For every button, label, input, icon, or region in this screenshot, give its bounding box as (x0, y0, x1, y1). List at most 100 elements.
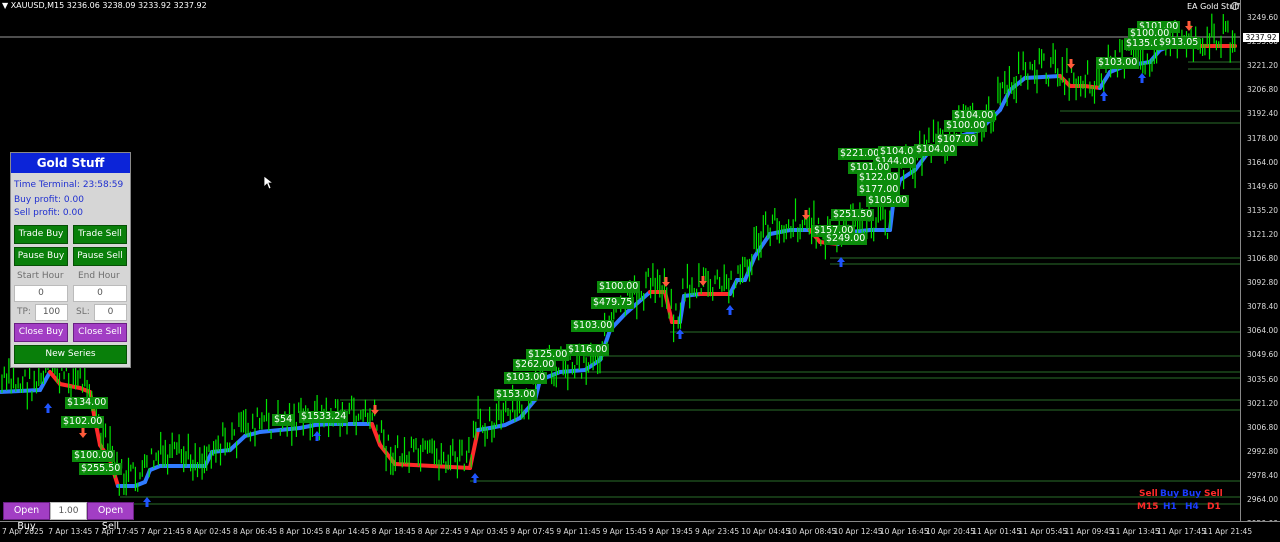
price-chart[interactable] (0, 0, 1240, 521)
start-hour-label: Start Hour (17, 271, 64, 281)
pause-sell-button[interactable]: Pause Sell (73, 247, 127, 266)
trend-line-segment (888, 203, 895, 232)
profit-label: $913.05 (1157, 37, 1201, 49)
buy-arrow-icon (1100, 91, 1108, 101)
chart-area[interactable] (0, 0, 1280, 541)
time-tick-label: 8 Apr 10:45 (279, 527, 324, 536)
price-tick-label: 3249.60 (1247, 13, 1279, 22)
price-tick-label: 3206.80 (1247, 85, 1279, 95)
end-hour-input[interactable]: 0 (73, 285, 127, 302)
close-buy-button[interactable]: Close Buy (14, 323, 68, 342)
tf-m15-label: M15 (1137, 502, 1159, 512)
time-tick-label: 8 Apr 22:45 (417, 527, 462, 536)
trend-line-segment (58, 382, 82, 390)
ea-smiley-icon (1231, 2, 1239, 10)
profit-label: $262.00 (513, 359, 557, 371)
lot-size-input[interactable]: 1.00 (50, 502, 87, 520)
sell-arrow-icon (1185, 21, 1193, 31)
symbol-title: ▼ XAUUSD,M15 3236.06 3238.09 3233.92 323… (2, 1, 207, 10)
profit-label: $104.00 (914, 144, 958, 156)
profit-label: $1533.24 (299, 411, 349, 423)
sell-arrow-icon (79, 428, 87, 438)
sell-profit-text: Sell profit: 0.00 (14, 208, 83, 218)
time-tick-label: 11 Apr 05:45 (1018, 527, 1068, 536)
time-tick-label: 9 Apr 11:45 (556, 527, 601, 536)
profit-label: $103.00 (1096, 57, 1140, 69)
price-tick-label: 3006.80 (1247, 422, 1279, 432)
time-tick-label: 11 Apr 21:45 (1203, 527, 1253, 536)
open-buy-button[interactable]: Open Buy (3, 502, 50, 532)
trend-h4: Buy (1182, 489, 1202, 499)
time-tick-label: 11 Apr 13:45 (1110, 527, 1160, 536)
time-tick-label: 7 Apr 13:45 (48, 527, 93, 536)
price-tick-label: 3135.20 (1247, 205, 1279, 215)
sl-label: SL: (76, 307, 90, 317)
profit-label: $103.00 (504, 372, 548, 384)
start-hour-input[interactable]: 0 (14, 285, 68, 302)
profit-label: $249.00 (824, 233, 868, 245)
price-tick-label: 3149.60 (1247, 181, 1279, 191)
trend-d1: Sell (1204, 489, 1223, 499)
time-tick-label: 10 Apr 12:45 (833, 527, 883, 536)
trend-line-segment (1023, 74, 1062, 80)
time-axis[interactable]: 7 Apr 20257 Apr 13:457 Apr 17:457 Apr 21… (0, 521, 1280, 542)
time-tick-label: 10 Apr 20:45 (926, 527, 975, 536)
time-terminal-text: Time Terminal: 23:58:59 (14, 180, 124, 190)
profit-label: $105.00 (866, 195, 910, 207)
trend-line-segment (243, 430, 262, 438)
profit-label: $100.00 (944, 120, 988, 132)
open-sell-button[interactable]: Open Sell (87, 502, 134, 532)
buy-profit-text: Buy profit: 0.00 (14, 195, 84, 205)
mouse-cursor-icon (264, 176, 274, 190)
dropdown-triangle-icon[interactable]: ▼ (2, 1, 8, 10)
pause-buy-button[interactable]: Pause Buy (14, 247, 68, 266)
time-tick-label: 10 Apr 16:45 (879, 527, 929, 536)
new-series-button[interactable]: New Series (14, 345, 127, 364)
tf-h4-label: H4 (1185, 502, 1199, 512)
price-tick-label: 3021.20 (1247, 398, 1279, 408)
price-tick-label: 3049.60 (1247, 350, 1279, 360)
buy-arrow-icon (676, 329, 684, 339)
tp-input[interactable]: 100 (35, 304, 68, 321)
price-tick-label: 3035.60 (1247, 374, 1279, 384)
sell-arrow-icon (662, 277, 670, 287)
tp-label: TP: (17, 307, 31, 317)
buy-arrow-icon (143, 497, 151, 507)
time-tick-label: 9 Apr 19:45 (648, 527, 693, 536)
price-axis[interactable]: 3249.603235.603221.203206.803192.403178.… (1240, 0, 1280, 528)
profit-label: $54 (272, 414, 295, 426)
profit-label: $251.50 (831, 209, 875, 221)
profit-label: $134.00 (65, 397, 109, 409)
profit-label: $116.00 (566, 344, 610, 356)
buy-arrow-icon (44, 403, 52, 413)
time-tick-label: 8 Apr 06:45 (233, 527, 278, 536)
time-tick-label: 9 Apr 07:45 (510, 527, 555, 536)
trade-buy-button[interactable]: Trade Buy (14, 225, 68, 244)
time-tick-label: 10 Apr 04:45 (741, 527, 791, 536)
profit-label: $100.00 (597, 281, 641, 293)
time-tick-label: 8 Apr 18:45 (371, 527, 416, 536)
profit-label: $103.00 (571, 320, 615, 332)
profit-label: $153.00 (494, 389, 538, 401)
time-tick-label: 9 Apr 23:45 (695, 527, 740, 536)
panel-title[interactable]: Gold Stuff (11, 153, 130, 173)
time-tick-label: 11 Apr 09:45 (1064, 527, 1114, 536)
time-tick-label: 7 Apr 21:45 (140, 527, 185, 536)
time-tick-label: 9 Apr 15:45 (602, 527, 647, 536)
time-tick-label: 11 Apr 01:45 (972, 527, 1022, 536)
time-tick-label: 8 Apr 02:45 (186, 527, 231, 536)
price-tick-label: 2964.00 (1247, 495, 1279, 504)
profit-label: $255.50 (79, 463, 123, 475)
price-tick-label: 3064.00 (1247, 326, 1279, 336)
time-tick-label: 11 Apr 17:45 (1157, 527, 1206, 536)
trade-sell-button[interactable]: Trade Sell (73, 225, 127, 244)
trend-m15: Sell (1139, 489, 1158, 499)
close-sell-button[interactable]: Close Sell (73, 323, 127, 342)
sl-input[interactable]: 0 (94, 304, 127, 321)
sell-arrow-icon (1067, 59, 1075, 69)
trend-line-segment (393, 462, 472, 470)
profit-label: $479.75 (591, 297, 635, 309)
price-tick-label: 3078.40 (1247, 302, 1279, 312)
tf-d1-label: D1 (1207, 502, 1221, 512)
current-price-tag: 3237.92 (1243, 33, 1279, 42)
